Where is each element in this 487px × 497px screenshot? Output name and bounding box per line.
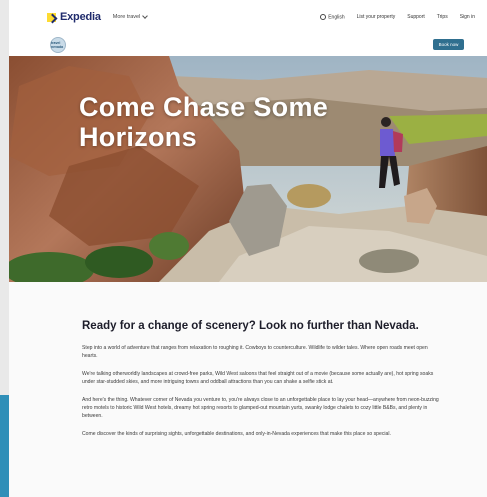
page: Expedia More travel English List your pr… bbox=[9, 0, 487, 497]
support-link[interactable]: Support bbox=[407, 14, 425, 20]
expedia-logo-icon bbox=[47, 12, 56, 22]
hero-title: Come Chase Some Horizons bbox=[79, 92, 329, 152]
expedia-logo[interactable]: Expedia bbox=[47, 11, 101, 23]
book-now-button[interactable]: Book now bbox=[433, 39, 464, 50]
article-paragraph: We're talking otherworldly landscapes at… bbox=[82, 371, 434, 385]
article-paragraph: And here's the thing. Whatever corner of… bbox=[82, 397, 439, 419]
left-edge-accent bbox=[0, 395, 9, 497]
partner-subheader: travel nevada Book now bbox=[9, 34, 487, 56]
article-body: Ready for a change of scenery? Look no f… bbox=[82, 318, 442, 448]
sign-in-link[interactable]: Sign in bbox=[460, 14, 475, 20]
site-header: Expedia More travel English List your pr… bbox=[9, 0, 487, 34]
more-travel-label: More travel bbox=[112, 14, 141, 20]
list-property-link[interactable]: List your property bbox=[357, 14, 396, 20]
language-label: English bbox=[328, 14, 345, 21]
hero-landscape-image bbox=[9, 56, 487, 282]
header-nav: English List your property Support Trips… bbox=[320, 13, 475, 21]
language-selector[interactable]: English bbox=[320, 13, 345, 21]
travel-nevada-badge[interactable]: travel nevada bbox=[50, 37, 66, 53]
more-travel-menu[interactable]: More travel bbox=[112, 13, 149, 20]
globe-icon bbox=[320, 13, 327, 20]
article-paragraph: Come discover the kinds of surprising si… bbox=[82, 431, 391, 437]
trips-link[interactable]: Trips bbox=[437, 14, 448, 20]
article-heading: Ready for a change of scenery? Look no f… bbox=[82, 320, 419, 332]
chevron-down-icon bbox=[142, 13, 149, 19]
brand-name: Expedia bbox=[60, 11, 101, 23]
article-paragraph: Step into a world of adventure that rang… bbox=[82, 345, 428, 359]
hero-banner: Come Chase Some Horizons bbox=[9, 56, 487, 282]
